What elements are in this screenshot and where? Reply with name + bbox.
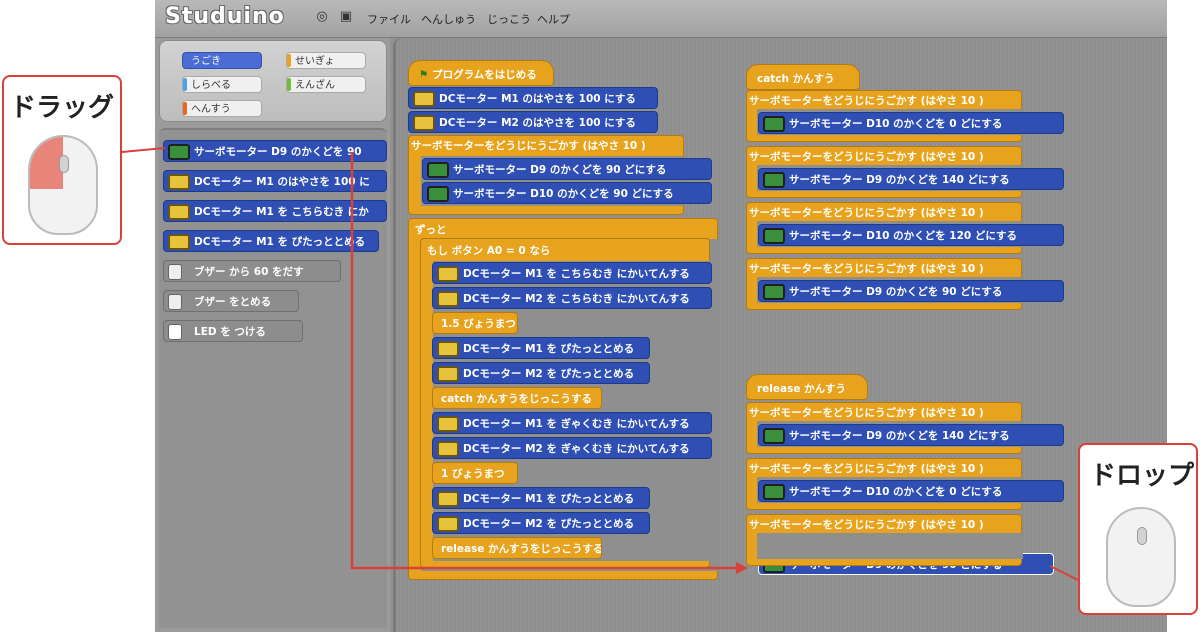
drop-callout: ドロップ — [1078, 443, 1198, 615]
mouse-release-icon — [1106, 507, 1176, 607]
mouse-left-click-icon — [28, 135, 98, 235]
drag-callout: ドラッグ — [2, 75, 122, 245]
drag-arrow — [121, 147, 1079, 581]
